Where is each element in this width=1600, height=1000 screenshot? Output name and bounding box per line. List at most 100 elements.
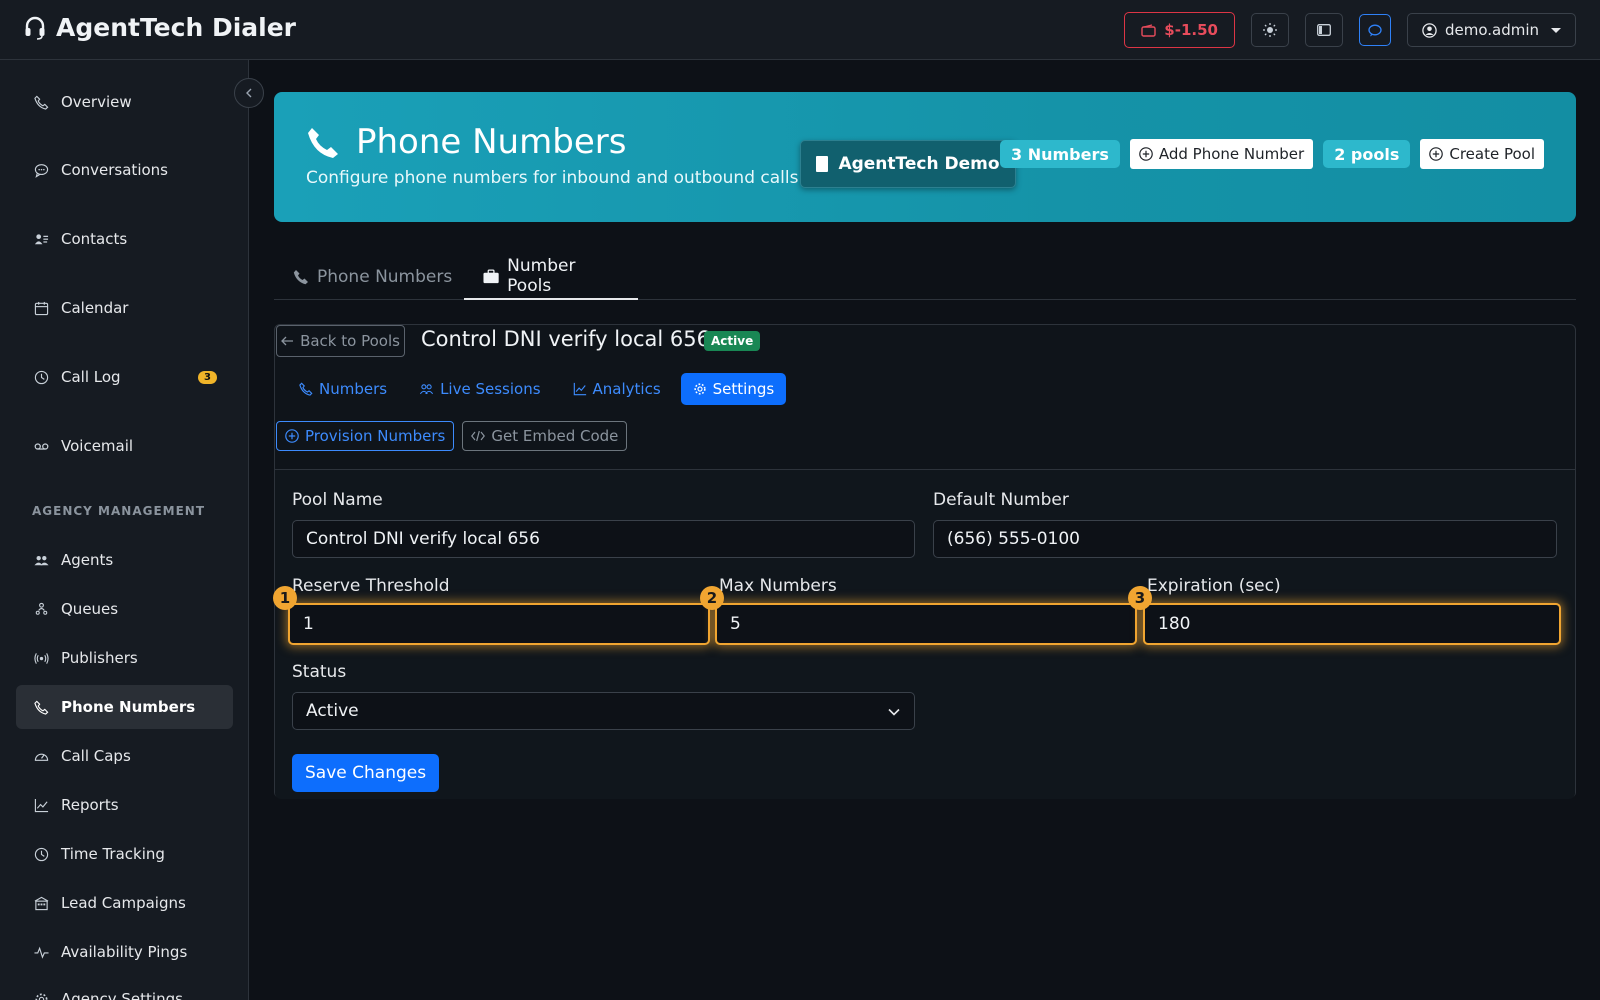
sidebar-item-time-tracking[interactable]: Time Tracking (16, 832, 233, 876)
chat-toggle-button[interactable] (1358, 14, 1391, 46)
sidebar-item-lead-campaigns[interactable]: Lead Campaigns (16, 881, 233, 925)
default-number-label: Default Number (933, 490, 1069, 510)
plus-circle-icon (1139, 147, 1153, 161)
layout-toggle-button[interactable] (1304, 13, 1343, 47)
max-numbers-input[interactable]: 5 (715, 603, 1137, 645)
create-pool-button[interactable]: Create Pool (1420, 139, 1544, 169)
sidebar-item-label: Lead Campaigns (61, 894, 186, 912)
back-label: Back to Pools (300, 332, 400, 350)
user-circle-icon (1422, 22, 1437, 38)
sidebar-item-call-log[interactable]: Call Log 3 (16, 355, 233, 399)
subnav-settings[interactable]: Settings (680, 373, 787, 405)
pool-name-input[interactable]: Control DNI verify local 656 (292, 520, 915, 558)
company-name: AgentTech Demo (838, 154, 1000, 174)
sidebar-item-calendar[interactable]: Calendar (16, 286, 233, 330)
building-icon (34, 896, 49, 910)
subnav-numbers[interactable]: Numbers (287, 373, 399, 405)
pulse-icon (34, 946, 49, 959)
save-changes-button[interactable]: Save Changes (292, 754, 440, 792)
app-title: AgentTech Dialer (56, 13, 297, 42)
call-log-badge: 3 (198, 370, 217, 384)
pools-count-badge: 2 pools (1323, 140, 1411, 168)
briefcase-icon (483, 269, 499, 283)
chat-icon (1368, 24, 1382, 36)
sidebar-item-label: Conversations (61, 161, 168, 179)
sidebar-item-agents[interactable]: Agents (16, 538, 233, 582)
status-badge: Active (704, 331, 761, 351)
sidebar-item-label: Call Caps (61, 747, 131, 765)
back-to-pools-button[interactable]: Back to Pools (276, 325, 405, 357)
theme-toggle-button[interactable] (1250, 13, 1289, 47)
user-menu-button[interactable]: demo.admin (1406, 13, 1576, 47)
company-selector-button[interactable]: AgentTech Demo (800, 140, 1016, 188)
sidebar-item-label: Agents (61, 551, 114, 569)
plus-circle-icon (285, 429, 299, 443)
default-number-input[interactable]: (656) 555-0100 (933, 520, 1557, 558)
sidebar-item-queues[interactable]: Queues (16, 587, 233, 631)
subnav-live-sessions[interactable]: Live Sessions (407, 373, 552, 405)
balance-button[interactable]: $-1.50 (1124, 12, 1235, 48)
provision-numbers-button[interactable]: Provision Numbers (276, 421, 455, 451)
reserve-threshold-input[interactable]: 1 (288, 603, 710, 645)
status-select[interactable]: Active (292, 692, 915, 730)
embed-label: Get Embed Code (491, 427, 619, 445)
phone-icon (34, 95, 49, 110)
gear-icon (694, 383, 706, 395)
numbers-count-badge: 3 Numbers (1000, 140, 1120, 168)
sidebar-item-availability-pings[interactable]: Availability Pings (16, 930, 233, 974)
sidebar: Overview Conversations Contacts Calendar… (0, 60, 249, 1000)
sidebar-collapse-button[interactable] (234, 78, 264, 108)
status-select-value: Active (306, 701, 359, 721)
page-subtitle: Configure phone numbers for inbound and … (306, 168, 799, 188)
max-numbers-label: Max Numbers (719, 576, 837, 596)
sidebar-item-label: Overview (61, 93, 132, 111)
annotation-marker-1: 1 (273, 586, 297, 610)
status-label: Status (292, 662, 347, 682)
annotation-marker-3: 3 (1128, 586, 1152, 610)
provision-label: Provision Numbers (305, 427, 446, 445)
section-label-agency: AGENCY MANAGEMENT (32, 504, 206, 518)
sidebar-item-voicemail[interactable]: Voicemail (16, 424, 233, 468)
tab-phone-numbers[interactable]: Phone Numbers (274, 254, 471, 300)
sidebar-item-call-caps[interactable]: Call Caps (16, 734, 233, 778)
get-embed-code-button[interactable]: Get Embed Code (462, 421, 628, 451)
top-bar: AgentTech Dialer $-1.50 demo.admin (0, 0, 1600, 60)
pool-settings-form: Pool Name Control DNI verify local 656 D… (273, 469, 1575, 799)
sidebar-item-overview[interactable]: Overview (16, 80, 233, 124)
expiration-input[interactable]: 180 (1143, 603, 1561, 645)
pool-detail-card: Back to Pools Control DNI verify local 6… (273, 324, 1576, 799)
caret-down-icon (1551, 27, 1561, 33)
sidebar-item-label: Phone Numbers (61, 698, 196, 716)
sidebar-item-reports[interactable]: Reports (16, 783, 233, 827)
sidebar-item-label: Voicemail (61, 437, 134, 455)
page-tabs: Phone Numbers Number Pools (274, 254, 1576, 300)
add-phone-number-button[interactable]: Add Phone Number (1129, 139, 1314, 169)
sidebar-item-contacts[interactable]: Contacts (16, 217, 233, 261)
phone-icon (34, 700, 49, 715)
phone-icon (308, 128, 338, 158)
sidebar-item-conversations[interactable]: Conversations (16, 148, 233, 192)
phone-icon (293, 270, 308, 285)
subnav-label: Settings (712, 380, 775, 398)
brand[interactable]: AgentTech Dialer (24, 13, 296, 42)
sidebar-layout-icon (1317, 24, 1331, 36)
sidebar-item-label: Queues (61, 600, 119, 618)
expiration-label: Expiration (sec) (1147, 576, 1281, 596)
phone-icon (299, 382, 313, 396)
pool-actions: Provision Numbers Get Embed Code (276, 421, 628, 451)
pool-name-label: Pool Name (292, 490, 383, 510)
subnav-analytics[interactable]: Analytics (561, 373, 673, 405)
sidebar-item-phone-numbers[interactable]: Phone Numbers (16, 685, 233, 729)
tab-number-pools[interactable]: Number Pools (464, 254, 638, 300)
sidebar-item-publishers[interactable]: Publishers (16, 636, 233, 680)
sidebar-item-agency-settings[interactable]: Agency Settings (16, 977, 233, 1000)
sidebar-item-label: Publishers (61, 649, 138, 667)
queue-icon (35, 602, 48, 615)
chart-icon (34, 798, 49, 812)
subnav-label: Live Sessions (440, 380, 541, 398)
create-pool-label: Create Pool (1449, 145, 1535, 163)
headset-icon (25, 16, 45, 40)
sidebar-item-label: Time Tracking (61, 845, 165, 863)
chat-icon (34, 163, 49, 178)
wallet-icon (1141, 23, 1156, 37)
